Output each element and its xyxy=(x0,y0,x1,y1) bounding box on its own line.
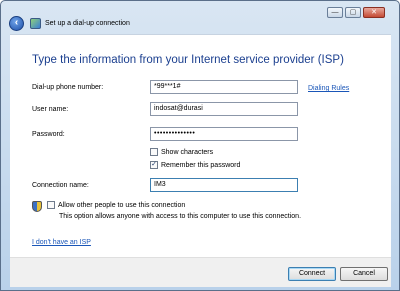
dialog-window: — ▢ ✕ ‹ Set up a dial-up connection Type… xyxy=(0,0,400,291)
minimize-button[interactable]: — xyxy=(327,7,343,18)
password-field[interactable]: •••••••••••••• xyxy=(150,127,298,141)
remember-password-checkbox[interactable]: ✓ Remember this password xyxy=(150,161,240,169)
allow-others-checkbox[interactable]: Allow other people to use this connectio… xyxy=(47,201,185,209)
show-characters-label: Show characters xyxy=(161,148,214,156)
maximize-button[interactable]: ▢ xyxy=(345,7,361,18)
uac-shield-icon xyxy=(32,201,42,212)
username-field[interactable]: indosat@durasi xyxy=(150,102,298,116)
phone-number-field[interactable]: *99***1# xyxy=(150,80,298,94)
back-arrow-icon[interactable]: ‹ xyxy=(9,15,24,31)
window-title: Set up a dial-up connection xyxy=(45,19,130,27)
dialing-rules-link[interactable]: Dialing Rules xyxy=(308,85,349,92)
cancel-button[interactable]: Cancel xyxy=(340,267,388,281)
password-label: Password: xyxy=(32,131,65,138)
remember-password-label: Remember this password xyxy=(161,161,241,169)
window-controls: — ▢ ✕ xyxy=(327,7,385,18)
no-isp-link[interactable]: I don't have an ISP xyxy=(32,239,91,246)
dialup-connection-icon xyxy=(30,17,41,29)
allow-others-label: Allow other people to use this connectio… xyxy=(58,201,186,209)
username-label: User name: xyxy=(32,106,69,113)
close-button[interactable]: ✕ xyxy=(363,7,385,18)
connect-button[interactable]: Connect xyxy=(288,267,336,281)
page-heading: Type the information from your Internet … xyxy=(32,54,344,66)
phone-label: Dial-up phone number: xyxy=(32,84,104,91)
title-bar: ‹ Set up a dial-up connection xyxy=(9,15,130,31)
show-characters-checkbox[interactable]: Show characters xyxy=(150,148,213,156)
dialog-footer: Connect Cancel xyxy=(10,257,391,287)
show-characters-box[interactable] xyxy=(150,148,158,156)
remember-password-box[interactable]: ✓ xyxy=(150,161,158,169)
allow-others-box[interactable] xyxy=(47,201,55,209)
connection-name-label: Connection name: xyxy=(32,182,89,189)
connection-name-field[interactable]: IM3 xyxy=(150,178,298,192)
allow-others-description: This option allows anyone with access to… xyxy=(59,213,302,220)
content-pane: Type the information from your Internet … xyxy=(10,34,391,257)
